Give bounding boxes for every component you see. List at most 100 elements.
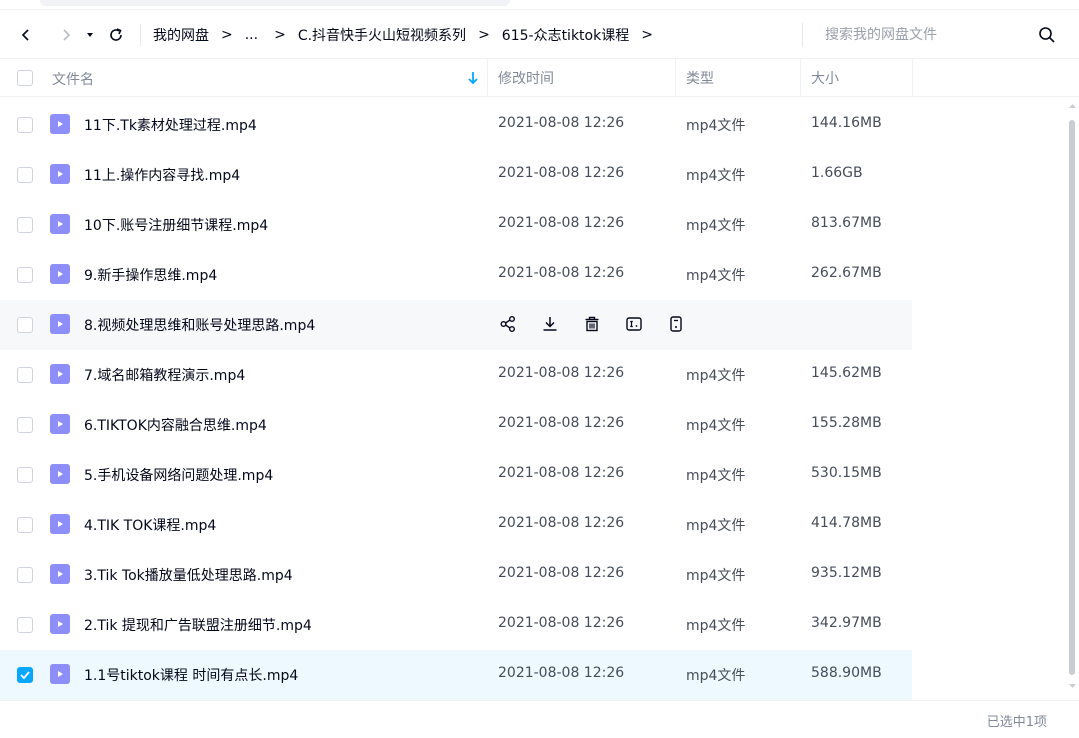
row-checkbox[interactable] xyxy=(17,217,33,233)
file-type: mp4文件 xyxy=(686,218,746,234)
caret-down-icon xyxy=(87,32,93,37)
refresh-button[interactable] xyxy=(104,23,128,47)
video-file-icon xyxy=(50,164,70,184)
file-name[interactable]: 10下.账号注册细节课程.mp4 xyxy=(84,215,268,235)
refresh-icon xyxy=(110,27,122,41)
search-icon[interactable] xyxy=(1038,26,1056,44)
delete-icon[interactable] xyxy=(582,314,602,334)
breadcrumb-item-current[interactable]: 615-众志tiktok课程 xyxy=(502,25,629,45)
breadcrumb-separator: > xyxy=(274,26,286,43)
file-row[interactable]: 10下.账号注册细节课程.mp4 2021-08-08 12:26 mp4文件 813… xyxy=(0,200,912,250)
share-icon[interactable] xyxy=(498,314,518,334)
file-row[interactable]: 9.新手操作思维.mp4 2021-08-08 12:26 mp4文件 262.67M… xyxy=(0,250,912,300)
file-modified-time: 2021-08-08 12:26 xyxy=(498,665,625,681)
file-size: 530.15MB xyxy=(811,465,882,481)
file-name[interactable]: 7.域名邮箱教程演示.mp4 xyxy=(84,365,245,385)
row-checkbox[interactable] xyxy=(17,167,33,183)
file-name[interactable]: 1.1号tiktok课程 时间有点长.mp4 xyxy=(84,665,298,685)
row-checkbox[interactable] xyxy=(17,517,33,533)
breadcrumb-item-series[interactable]: C.抖音快手火山短视频系列 xyxy=(298,25,466,45)
scroll-down-arrow-icon[interactable] xyxy=(1068,682,1077,690)
breadcrumb-separator: > xyxy=(478,26,490,43)
status-bar: 已选中1项 xyxy=(0,700,1079,738)
file-modified-time: 2021-08-08 12:26 xyxy=(498,115,625,131)
file-type: mp4文件 xyxy=(686,618,746,634)
scrollbar[interactable] xyxy=(1066,100,1079,698)
video-file-icon xyxy=(50,314,70,334)
chevron-right-icon xyxy=(63,28,71,41)
file-type: mp4文件 xyxy=(686,118,746,134)
header-name-label: 文件名 xyxy=(52,72,94,88)
row-checkbox[interactable] xyxy=(17,467,33,483)
breadcrumb: 我的网盘 > ... > C.抖音快手火山短视频系列 > 615-众志tikto… xyxy=(140,23,665,46)
scroll-up-arrow-icon[interactable] xyxy=(1068,102,1077,110)
header-name-column[interactable]: 文件名 xyxy=(0,59,488,96)
header-size-column[interactable]: 大小 xyxy=(801,59,913,96)
select-all-checkbox[interactable] xyxy=(17,70,33,86)
row-checkbox[interactable] xyxy=(17,617,33,633)
more-icon[interactable] xyxy=(666,314,686,334)
row-checkbox[interactable] xyxy=(17,417,33,433)
row-checkbox[interactable] xyxy=(17,317,33,333)
row-checkbox[interactable] xyxy=(17,367,33,383)
download-icon[interactable] xyxy=(540,314,560,334)
file-type: mp4文件 xyxy=(686,568,746,584)
video-file-icon xyxy=(50,614,70,634)
file-name[interactable]: 4.TIK TOK课程.mp4 xyxy=(84,515,216,535)
back-button[interactable] xyxy=(14,23,38,47)
file-row[interactable]: 2.Tik 提现和广告联盟注册细节.mp4 2021-08-08 12:26 mp4… xyxy=(0,600,912,650)
file-modified-time: 2021-08-08 12:26 xyxy=(498,415,625,431)
file-row[interactable]: 3.Tik Tok播放量低处理思路.mp4 2021-08-08 12:26 mp4… xyxy=(0,550,912,600)
file-size: 813.67MB xyxy=(811,215,882,231)
search-input[interactable] xyxy=(825,27,1035,43)
row-checkbox[interactable] xyxy=(17,117,33,133)
breadcrumb-separator: > xyxy=(221,26,233,43)
video-file-icon xyxy=(50,114,70,134)
row-actions xyxy=(498,314,686,334)
row-checkbox[interactable] xyxy=(17,267,33,283)
row-checkbox[interactable] xyxy=(17,567,33,583)
header-time-column[interactable]: 修改时间 xyxy=(488,59,676,96)
history-dropdown[interactable] xyxy=(82,23,98,47)
file-row[interactable]: 8.视频处理思维和账号处理思路.mp4 xyxy=(0,300,912,350)
scrollbar-thumb[interactable] xyxy=(1069,120,1075,675)
header-time-label: 修改时间 xyxy=(498,70,554,87)
file-type: mp4文件 xyxy=(686,168,746,184)
video-file-icon xyxy=(50,464,70,484)
file-modified-time: 2021-08-08 12:26 xyxy=(498,515,625,531)
file-modified-time: 2021-08-08 12:26 xyxy=(498,265,625,281)
file-type: mp4文件 xyxy=(686,368,746,384)
file-row[interactable]: 1.1号tiktok课程 时间有点长.mp4 2021-08-08 12:26 mp… xyxy=(0,650,912,700)
file-size: 935.12MB xyxy=(811,565,882,581)
file-row[interactable]: 11下.Tk素材处理过程.mp4 2021-08-08 12:26 mp4文件 144… xyxy=(0,100,912,150)
file-size: 414.78MB xyxy=(811,515,882,531)
file-name[interactable]: 6.TIKTOK内容融合思维.mp4 xyxy=(84,415,267,435)
file-name[interactable]: 9.新手操作思维.mp4 xyxy=(84,265,217,285)
header-type-column[interactable]: 类型 xyxy=(676,59,801,96)
file-row[interactable]: 5.手机设备网络问题处理.mp4 2021-08-08 12:26 mp4文件 530… xyxy=(0,450,912,500)
video-file-icon xyxy=(50,414,70,434)
sort-down-icon[interactable] xyxy=(467,71,479,85)
video-file-icon xyxy=(50,214,70,234)
file-name[interactable]: 2.Tik 提现和广告联盟注册细节.mp4 xyxy=(84,615,312,635)
file-name[interactable]: 5.手机设备网络问题处理.mp4 xyxy=(84,465,273,485)
check-icon xyxy=(20,671,30,680)
file-name[interactable]: 3.Tik Tok播放量低处理思路.mp4 xyxy=(84,565,293,585)
file-name[interactable]: 11上.操作内容寻找.mp4 xyxy=(84,165,240,185)
breadcrumb-item-ellipsis[interactable]: ... xyxy=(245,27,258,43)
file-size: 342.97MB xyxy=(811,615,882,631)
file-row[interactable]: 4.TIK TOK课程.mp4 2021-08-08 12:26 mp4文件 414.… xyxy=(0,500,912,550)
file-name[interactable]: 11下.Tk素材处理过程.mp4 xyxy=(84,115,257,135)
file-row[interactable]: 7.域名邮箱教程演示.mp4 2021-08-08 12:26 mp4文件 145.6… xyxy=(0,350,912,400)
rename-icon[interactable] xyxy=(624,314,644,334)
file-type: mp4文件 xyxy=(686,518,746,534)
row-checkbox[interactable] xyxy=(17,667,33,683)
file-type: mp4文件 xyxy=(686,418,746,434)
file-name[interactable]: 8.视频处理思维和账号处理思路.mp4 xyxy=(84,315,315,335)
breadcrumb-item-root[interactable]: 我的网盘 xyxy=(153,25,209,45)
file-row[interactable]: 11上.操作内容寻找.mp4 2021-08-08 12:26 mp4文件 1.66G… xyxy=(0,150,912,200)
video-file-icon xyxy=(50,664,70,684)
video-file-icon xyxy=(50,564,70,584)
file-row[interactable]: 6.TIKTOK内容融合思维.mp4 2021-08-08 12:26 mp4文件 1… xyxy=(0,400,912,450)
forward-button[interactable] xyxy=(54,23,78,47)
